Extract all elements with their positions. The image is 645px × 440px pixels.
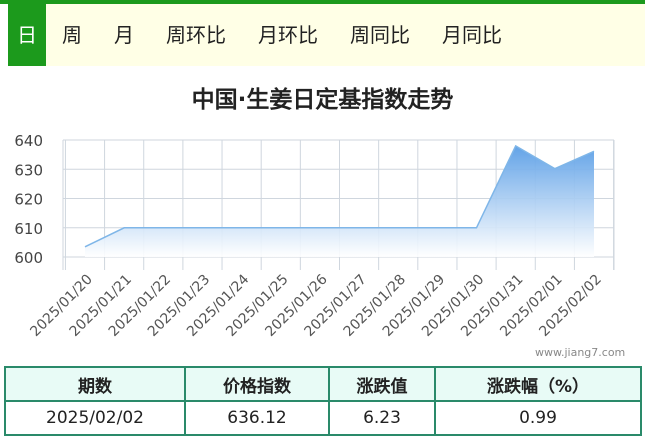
y-tick-label: 600 — [14, 249, 43, 267]
cell-price-index: 636.12 — [184, 400, 330, 436]
header-change-value: 涨跌值 — [328, 366, 436, 402]
header-period: 期数 — [4, 366, 186, 402]
header-price-index: 价格指数 — [184, 366, 330, 402]
y-tick-label: 620 — [14, 191, 43, 209]
cell-change-percent: 0.99 — [434, 400, 642, 436]
cell-change-value: 6.23 — [328, 400, 436, 436]
table-row: 2025/02/02 636.12 6.23 0.99 — [4, 400, 642, 436]
table-header-row: 期数 价格指数 涨跌值 涨跌幅（%） — [4, 366, 642, 402]
y-tick-label: 610 — [14, 220, 43, 238]
watermark: www.jiang7.com — [535, 346, 626, 359]
summary-table: 期数 价格指数 涨跌值 涨跌幅（%） 2025/02/02 636.12 6.2… — [4, 366, 642, 436]
index-chart: 6006106206306402025/01/202025/01/212025/… — [14, 132, 615, 340]
cell-period: 2025/02/02 — [4, 400, 186, 436]
y-tick-label: 640 — [14, 132, 43, 150]
y-tick-label: 630 — [14, 161, 43, 179]
header-change-percent: 涨跌幅（%） — [434, 366, 642, 402]
